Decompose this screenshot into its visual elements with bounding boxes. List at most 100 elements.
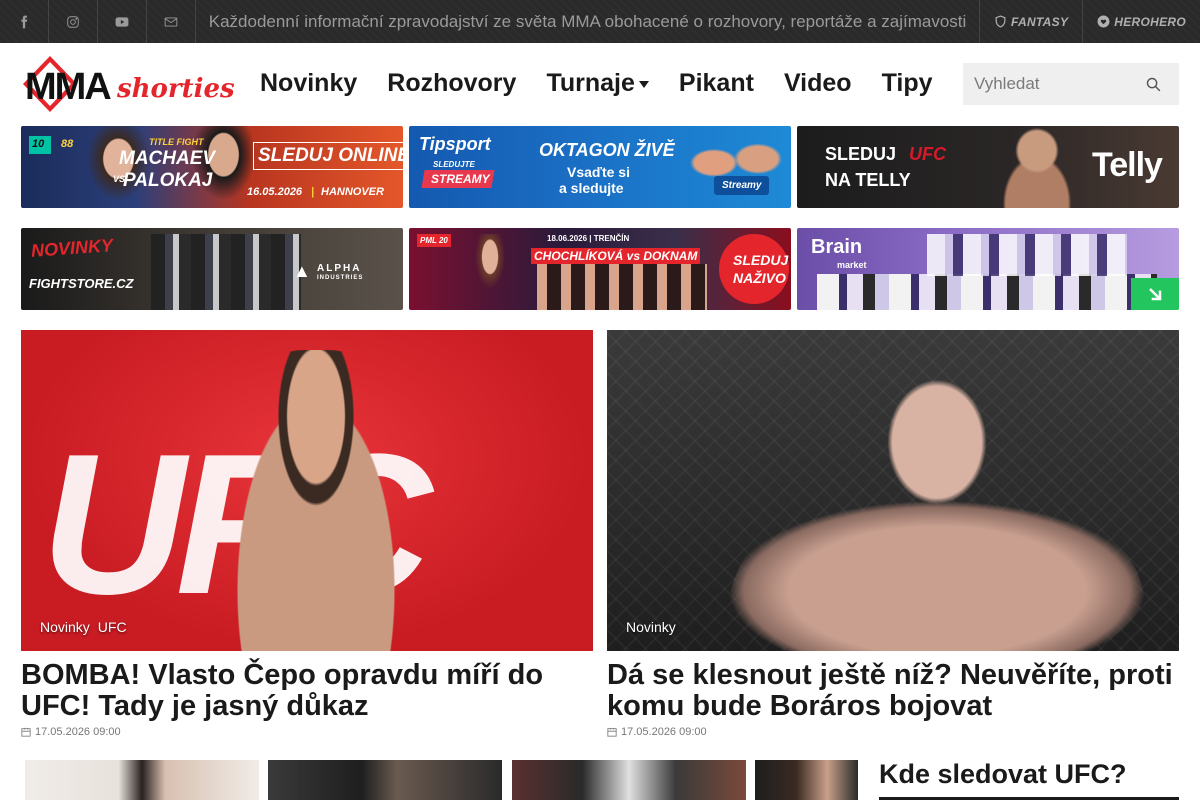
fantasy-label: FANTASY bbox=[1011, 14, 1069, 29]
youtube-icon bbox=[115, 16, 129, 27]
tag-novinky[interactable]: Novinky bbox=[40, 619, 90, 635]
facebook-link[interactable] bbox=[0, 0, 49, 43]
article-title[interactable]: Dá se klesnout ještě níž? Neuvěříte, pro… bbox=[607, 660, 1179, 722]
main-nav: Novinky Rozhovory Turnaje Pikant Video T… bbox=[260, 69, 933, 98]
banner-sub-1: Vsaďte si bbox=[567, 164, 630, 180]
article-thumbnail[interactable] bbox=[268, 760, 502, 800]
chevron-down-icon bbox=[638, 81, 649, 88]
banner-machaev-palokaj[interactable]: 10 88 TITLE FIGHT MACHAEV VS PALOKAJ SLE… bbox=[21, 126, 403, 208]
brain-sub: market bbox=[837, 260, 867, 270]
nav-rozhovory[interactable]: Rozhovory bbox=[387, 69, 516, 98]
banner-fightstore[interactable]: NOVINKY FIGHTSTORE.CZ ▲ ALPHA INDUSTRIES bbox=[21, 228, 403, 310]
pml-logo: PML 20 bbox=[417, 234, 451, 247]
article-date: 17.05.2026 09:00 bbox=[21, 726, 593, 738]
search-box bbox=[963, 63, 1179, 105]
products-image bbox=[817, 274, 1157, 310]
banner-tipsport[interactable]: Tipsport SLEDUJTE STREAMY OKTAGON ŽIVĚ V… bbox=[409, 126, 791, 208]
calendar-icon bbox=[21, 727, 31, 737]
fighter-body bbox=[727, 500, 1147, 651]
products-image bbox=[927, 234, 1127, 276]
fighter-2-name: PALOKAJ bbox=[123, 170, 213, 191]
facebook-icon bbox=[21, 15, 28, 28]
nav-turnaje-label: Turnaje bbox=[546, 69, 635, 97]
calendar-icon bbox=[607, 727, 617, 737]
nav-pikant[interactable]: Pikant bbox=[679, 69, 754, 98]
banner-sub-2: a sledujte bbox=[559, 180, 624, 196]
arrow-down-right-icon bbox=[1149, 288, 1162, 301]
models-image bbox=[151, 234, 301, 310]
fantasy-link[interactable]: FANTASY bbox=[980, 0, 1084, 43]
article-date-text: 17.05.2026 09:00 bbox=[35, 726, 121, 738]
article-image[interactable]: Novinky bbox=[607, 330, 1179, 651]
tag-ufc[interactable]: UFC bbox=[98, 619, 127, 635]
arrow-button[interactable] bbox=[1131, 278, 1179, 310]
heart-icon bbox=[1097, 15, 1110, 28]
fighter-image bbox=[465, 234, 515, 310]
instagram-link[interactable] bbox=[49, 0, 98, 43]
banner-headline: OKTAGON ŽIVĚ bbox=[539, 140, 675, 160]
article-card[interactable]: Novinky Dá se klesnout ještě níž? Neuvěř… bbox=[607, 330, 1179, 738]
telly-line-2: NA TELLY bbox=[825, 170, 911, 190]
event-main-card: CHOCHLÍKOVÁ vs DOKNAM bbox=[531, 248, 701, 264]
youtube-link[interactable] bbox=[98, 0, 147, 43]
mail-link[interactable] bbox=[147, 0, 196, 43]
site-tagline: Každodenní informační zpravodajství ze s… bbox=[196, 0, 981, 43]
search-input[interactable] bbox=[963, 64, 1143, 104]
mma-shorties-logo[interactable]: MMA shorties bbox=[21, 55, 237, 113]
instagram-icon bbox=[67, 15, 79, 28]
badge-text-1: 10 bbox=[32, 138, 45, 150]
alpha-brand: ALPHA bbox=[317, 263, 362, 274]
telly-logo: Telly bbox=[1092, 146, 1163, 184]
site-header: MMA shorties Novinky Rozhovory Turnaje P… bbox=[0, 43, 1200, 126]
mail-icon bbox=[164, 16, 178, 27]
article-date-text: 17.05.2026 09:00 bbox=[621, 726, 707, 738]
herohero-label: HEROHERO bbox=[1114, 14, 1186, 29]
event-date: 16.05.2026 bbox=[247, 186, 303, 198]
article-image[interactable]: UFC Novinky UFC bbox=[21, 330, 593, 651]
logo-text: MMA bbox=[25, 66, 111, 108]
nazivo-label[interactable]: NAŽIVO bbox=[733, 270, 786, 286]
brain-logo: Brain bbox=[811, 236, 863, 258]
fightstore-logo: FIGHTSTORE.CZ bbox=[29, 276, 134, 291]
nav-video[interactable]: Video bbox=[784, 69, 852, 98]
fighter-image bbox=[982, 126, 1092, 208]
banner-tag: SLEDUJTE bbox=[433, 160, 475, 169]
streamy-button[interactable]: Streamy bbox=[714, 176, 770, 195]
sleduj-label[interactable]: SLEDUJ bbox=[733, 252, 788, 268]
banner-pml[interactable]: PML 20 18.06.2026 | TRENČÍN CHOCHLÍKOVÁ … bbox=[409, 228, 791, 310]
top-bar: Každodenní informační zpravodajství ze s… bbox=[0, 0, 1200, 43]
article-title[interactable]: BOMBA! Vlasto Čepo opravdu míří do UFC! … bbox=[21, 660, 593, 722]
article-tags: Novinky bbox=[626, 619, 676, 635]
tipsport-logo: Tipsport bbox=[419, 134, 491, 154]
tag-novinky[interactable]: Novinky bbox=[626, 619, 676, 635]
article-thumbnail[interactable] bbox=[25, 760, 259, 800]
cta-circle bbox=[719, 234, 789, 304]
article-date: 17.05.2026 09:00 bbox=[607, 726, 1179, 738]
nav-novinky[interactable]: Novinky bbox=[260, 69, 357, 98]
herohero-link[interactable]: HEROHERO bbox=[1083, 0, 1200, 43]
alpha-brand-sub: INDUSTRIES bbox=[317, 275, 364, 281]
shield-icon bbox=[995, 15, 1006, 28]
article-thumbnail[interactable] bbox=[755, 760, 858, 800]
fighter-1-name: MACHAEV bbox=[119, 148, 216, 169]
nav-turnaje[interactable]: Turnaje bbox=[546, 69, 649, 98]
banner-brain-market[interactable]: Brain market bbox=[797, 228, 1179, 310]
logo-script: shorties bbox=[116, 74, 235, 104]
banner-telly-ufc[interactable]: SLEDUJ UFC NA TELLY Telly bbox=[797, 126, 1179, 208]
nav-tipy[interactable]: Tipy bbox=[882, 69, 933, 98]
search-icon[interactable] bbox=[1145, 76, 1162, 93]
date-separator: | bbox=[311, 186, 315, 198]
sleduj-online-button[interactable]: SLEDUJ ONLINE bbox=[253, 142, 403, 170]
banner-subtitle: TITLE FIGHT bbox=[149, 137, 204, 147]
alpha-logo-icon: ▲ bbox=[293, 261, 311, 281]
novinky-label: NOVINKY bbox=[30, 235, 114, 261]
badge-text-2: 88 bbox=[61, 138, 74, 150]
ufc-label: UFC bbox=[909, 144, 946, 164]
event-info: 18.06.2026 | TRENČÍN bbox=[547, 234, 630, 243]
article-card[interactable]: UFC Novinky UFC BOMBA! Vlasto Čepo oprav… bbox=[21, 330, 593, 738]
article-tags: Novinky UFC bbox=[40, 619, 127, 635]
fighter-image bbox=[681, 126, 791, 208]
fighters-row-image bbox=[537, 264, 707, 310]
article-thumbnail[interactable] bbox=[512, 760, 746, 800]
banner-tag-streamy: STREAMY bbox=[431, 172, 490, 186]
